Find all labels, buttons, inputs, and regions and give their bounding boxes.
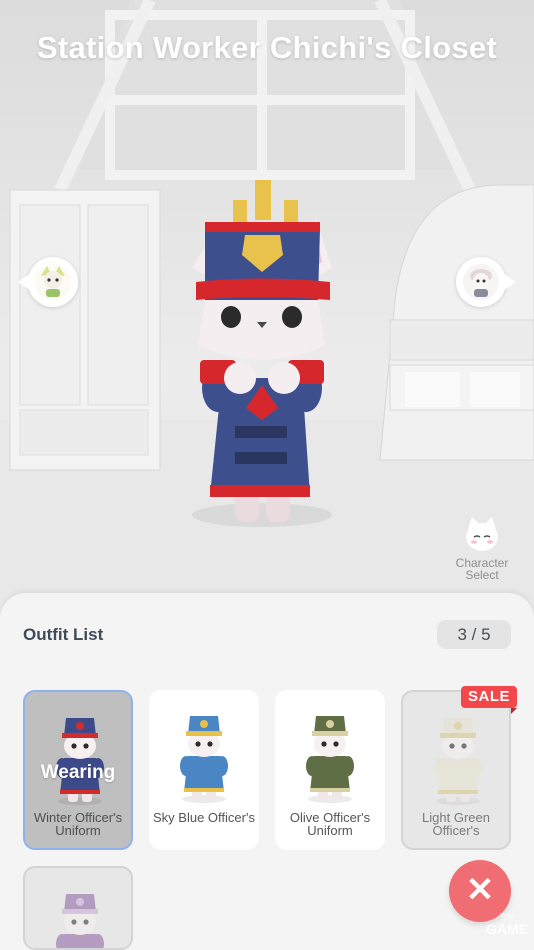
- outfit-name: Sky Blue Officer's: [153, 810, 255, 825]
- previous-character-button[interactable]: [18, 257, 78, 307]
- chevron-right-icon: [504, 274, 516, 290]
- outfit-card[interactable]: Olive Officer's Uniform: [275, 690, 385, 850]
- outfit-name: Winter Officer's Uniform: [33, 810, 123, 838]
- cat-face-icon: [466, 517, 498, 551]
- outfit-card[interactable]: Light Green Officer's: [401, 690, 511, 850]
- outfit-thumbnail: [306, 716, 354, 803]
- outfit-card[interactable]: Wearing Winter Officer's Uniform: [23, 690, 133, 850]
- character-portrait-icon: [463, 264, 499, 300]
- next-character-button[interactable]: [456, 257, 516, 307]
- outfit-thumbnail: [56, 894, 104, 948]
- outfit-thumbnail: [56, 718, 104, 805]
- page-title: Station Worker Chichi's Closet: [36, 30, 498, 65]
- outfit-name: Light Green Officer's: [422, 810, 490, 838]
- outfit-card[interactable]: [23, 866, 133, 950]
- outfit-thumbnail: [434, 718, 482, 805]
- character-select-button[interactable]: Character Select: [450, 515, 514, 581]
- outfit-count-badge: 3 / 5: [437, 620, 511, 649]
- closet-scene: Station Worker Chichi's Closet Character…: [0, 0, 534, 620]
- watermark-logo: Your GAME: [486, 913, 528, 937]
- wearing-label: Wearing: [40, 762, 116, 783]
- character-select-label: Character Select: [455, 556, 509, 582]
- character-portrait-icon: [35, 264, 71, 300]
- outfit-card[interactable]: Sky Blue Officer's: [149, 690, 259, 850]
- vanity-desk: [379, 184, 534, 461]
- outfit-name: Olive Officer's Uniform: [289, 810, 371, 838]
- sale-badge: SALE: [461, 686, 517, 714]
- wardrobe: [9, 189, 161, 471]
- chevron-left-icon: [18, 274, 30, 290]
- outfit-list-title: Outfit List: [23, 625, 104, 644]
- outfit-thumbnail: [180, 716, 228, 803]
